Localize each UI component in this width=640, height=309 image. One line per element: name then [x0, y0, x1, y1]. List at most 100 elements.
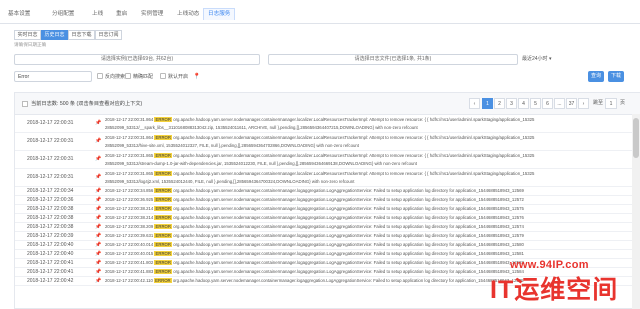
subtab-realtime-log[interactable]: 实时日志: [14, 30, 41, 40]
pin-icon[interactable]: 📌: [95, 260, 101, 266]
pager-page-37[interactable]: 37: [566, 98, 577, 109]
pager-page-2[interactable]: 2: [494, 98, 505, 109]
tab-group-config[interactable]: 分组配置: [48, 8, 78, 20]
pin-icon[interactable]: 📌: [95, 174, 101, 180]
pager-page-1[interactable]: 1: [482, 98, 493, 109]
pin-icon[interactable]: 📌: [95, 188, 101, 194]
exact-match-label: 精确匹配: [133, 74, 154, 80]
select-all-checkbox[interactable]: [22, 101, 28, 107]
error-level-badge: ERROR: [154, 251, 172, 256]
log-message: 2018-12-17 22:00:31.864 ERROR org.apache…: [105, 135, 535, 149]
error-level-badge: ERROR: [154, 260, 172, 265]
error-level-badge: ERROR: [154, 215, 172, 220]
log-message: 2018-12-17 22:00:31.864 ERROR org.apache…: [105, 117, 535, 131]
tab-restart[interactable]: 重启: [112, 8, 131, 20]
log-row[interactable]: 2018-12-17 22:00:40 📌 2018-12-17 22:00:4…: [15, 250, 640, 259]
error-level-badge: ERROR: [154, 135, 172, 140]
tab-instance-manage[interactable]: 实例管理: [137, 8, 167, 20]
log-row[interactable]: 2018-12-17 22:00:36 📌 2018-12-17 22:00:3…: [15, 196, 640, 205]
log-row[interactable]: 2018-12-17 22:00:38 📌 2018-12-17 22:00:3…: [15, 205, 640, 214]
tab-deploy[interactable]: 上线: [88, 8, 107, 20]
log-message: 2018-12-17 22:00:39.631 ERROR org.apache…: [105, 233, 524, 238]
tab-log-service[interactable]: 日志服务: [203, 8, 236, 20]
watermark-brand: IT运维空间: [490, 276, 619, 304]
log-timestamp: 2018-12-17 22:00:39: [27, 233, 74, 239]
log-row[interactable]: 2018-12-17 22:00:31 📌 2018-12-17 22:00:3…: [15, 169, 640, 187]
pin-icon[interactable]: 📌: [95, 251, 101, 257]
pin-icon[interactable]: 📌: [95, 120, 101, 126]
pin-icon[interactable]: 📌: [95, 215, 101, 221]
pager-goto-input[interactable]: 1: [605, 98, 617, 109]
log-timestamp: 2018-12-17 22:00:31: [27, 174, 74, 180]
pager-page-3[interactable]: 3: [506, 98, 517, 109]
pin-icon[interactable]: 📌: [95, 278, 101, 284]
log-message: 2018-12-17 22:00:38.214 ERROR org.apache…: [105, 215, 524, 220]
log-file-picker[interactable]: 请选择日志文件(已选择1条, 共1条): [268, 54, 518, 65]
pin-icon[interactable]: 📌: [95, 156, 101, 162]
log-message: 2018-12-17 22:00:36.925 ERROR org.apache…: [105, 197, 524, 202]
error-level-badge: ERROR: [154, 224, 172, 229]
error-level-badge: ERROR: [154, 206, 172, 211]
pager-goto-label: 跳至: [593, 100, 604, 106]
error-level-badge: ERROR: [154, 117, 172, 122]
log-timestamp: 2018-12-17 22:00:38: [27, 224, 74, 230]
log-timestamp: 2018-12-17 22:00:42: [27, 278, 74, 284]
reverse-search-label: 反向搜索: [105, 74, 126, 80]
error-level-badge: ERROR: [154, 269, 172, 274]
log-timestamp: 2018-12-17 22:00:31: [27, 120, 74, 126]
log-scrollbar-thumb[interactable]: [633, 118, 639, 158]
subtab-history-log[interactable]: 历史日志: [41, 30, 68, 40]
log-timestamp: 2018-12-17 22:00:41: [27, 269, 74, 275]
log-row[interactable]: 2018-12-17 22:00:38 📌 2018-12-17 22:00:3…: [15, 214, 640, 223]
location-pin-icon[interactable]: 📍: [193, 73, 201, 81]
pin-icon[interactable]: 📌: [95, 197, 101, 203]
auto-open-checkbox[interactable]: 默认开启: [160, 73, 188, 81]
log-row[interactable]: 2018-12-17 22:00:31 📌 2018-12-17 22:00:3…: [15, 133, 640, 151]
tab-basic-settings[interactable]: 基本设置: [4, 8, 34, 20]
exact-match-checkbox[interactable]: 精确匹配: [125, 73, 153, 81]
error-level-badge: ERROR: [154, 171, 172, 176]
log-message: 2018-12-17 22:00:40.014 ERROR org.apache…: [105, 242, 524, 247]
log-timestamp: 2018-12-17 22:00:40: [27, 242, 74, 248]
log-timestamp: 2018-12-17 22:00:31: [27, 138, 74, 144]
pager-prev-button[interactable]: ‹: [469, 98, 480, 109]
pager-ellipsis[interactable]: ...: [554, 98, 565, 109]
pager-next-button[interactable]: ›: [578, 98, 589, 109]
log-panel-header: 当前日志数: 500 条 (双击条目查看对应的上下文) ‹ 1 2 3 4 5 …: [15, 93, 640, 115]
download-button[interactable]: 下载: [608, 71, 624, 82]
log-row[interactable]: 2018-12-17 22:00:40 📌 2018-12-17 22:00:4…: [15, 241, 640, 250]
log-row[interactable]: 2018-12-17 22:00:34 📌 2018-12-17 22:00:3…: [15, 187, 640, 196]
log-timestamp: 2018-12-17 22:00:38: [27, 215, 74, 221]
keyword-input[interactable]: [14, 71, 92, 82]
log-timestamp: 2018-12-17 22:00:31: [27, 156, 74, 162]
log-message: 2018-12-17 22:00:31.865 ERROR org.apache…: [105, 171, 535, 185]
log-row[interactable]: 2018-12-17 22:00:31 📌 2018-12-17 22:00:3…: [15, 151, 640, 169]
log-row[interactable]: 2018-12-17 22:00:39 📌 2018-12-17 22:00:3…: [15, 232, 640, 241]
subtab-log-subscribe[interactable]: 日志订阅: [95, 30, 122, 40]
pager-page-6[interactable]: 6: [542, 98, 553, 109]
pager-page-5[interactable]: 5: [530, 98, 541, 109]
instance-picker[interactable]: 请选择实例(已选择69台, 共62台): [14, 54, 260, 65]
pager-page-4[interactable]: 4: [518, 98, 529, 109]
log-message: 2018-12-17 22:00:41.802 ERROR org.apache…: [105, 260, 524, 265]
time-range-select[interactable]: 最近24小时 ▾: [522, 54, 551, 65]
error-level-badge: ERROR: [154, 188, 172, 193]
subtab-log-download[interactable]: 日志下载: [68, 30, 95, 40]
log-row[interactable]: 2018-12-17 22:00:31 📌 2018-12-17 22:00:3…: [15, 115, 640, 133]
pin-icon[interactable]: 📌: [95, 206, 101, 212]
checkbox-box: [97, 73, 103, 79]
error-level-badge: ERROR: [154, 233, 172, 238]
log-row[interactable]: 2018-12-17 22:00:38 📌 2018-12-17 22:00:3…: [15, 223, 640, 232]
pin-icon[interactable]: 📌: [95, 233, 101, 239]
tab-deploy-activity[interactable]: 上线动态: [173, 8, 203, 20]
log-timestamp: 2018-12-17 22:00:41: [27, 260, 74, 266]
reverse-search-checkbox[interactable]: 反向搜索: [97, 73, 125, 81]
pin-icon[interactable]: 📌: [95, 224, 101, 230]
log-timestamp: 2018-12-17 22:00:38: [27, 206, 74, 212]
search-button[interactable]: 查询: [588, 71, 604, 82]
pin-icon[interactable]: 📌: [95, 242, 101, 248]
pin-icon[interactable]: 📌: [95, 269, 101, 275]
error-level-badge: ERROR: [154, 278, 172, 283]
auto-open-label: 默认开启: [168, 74, 189, 80]
pin-icon[interactable]: 📌: [95, 138, 101, 144]
